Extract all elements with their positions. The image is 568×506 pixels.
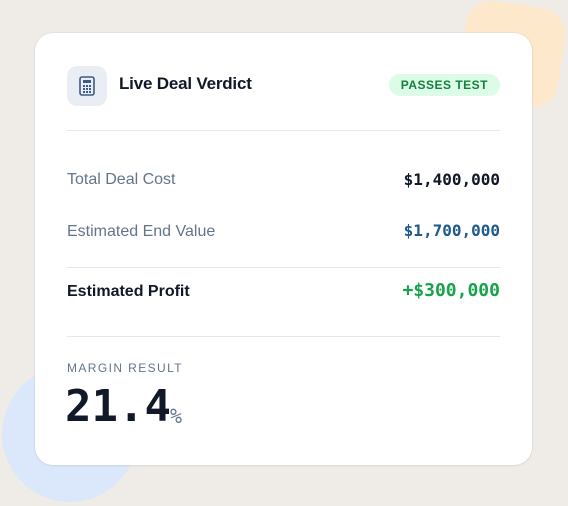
total-deal-cost-label: Total Deal Cost bbox=[67, 171, 176, 188]
status-badge: PASSES TEST bbox=[388, 74, 500, 96]
card-title: Live Deal Verdict bbox=[119, 74, 252, 93]
estimated-profit-value: +$300,000 bbox=[402, 280, 500, 301]
header-divider bbox=[67, 130, 500, 131]
estimated-end-value-value: $1,700,000 bbox=[403, 221, 500, 240]
margin-result-value: 21.4 bbox=[65, 381, 171, 432]
margin-result-unit: % bbox=[170, 404, 183, 428]
margin-divider bbox=[67, 336, 500, 337]
estimated-profit-label: Estimated Profit bbox=[67, 283, 190, 300]
total-deal-cost-value: $1,400,000 bbox=[403, 170, 500, 189]
profit-divider bbox=[67, 267, 500, 268]
margin-result-label: MARGIN RESULT bbox=[67, 361, 183, 375]
deal-verdict-card: Live Deal Verdict PASSES TEST Total Deal… bbox=[35, 33, 532, 465]
calculator-icon bbox=[67, 66, 107, 106]
estimated-end-value-label: Estimated End Value bbox=[67, 223, 216, 240]
